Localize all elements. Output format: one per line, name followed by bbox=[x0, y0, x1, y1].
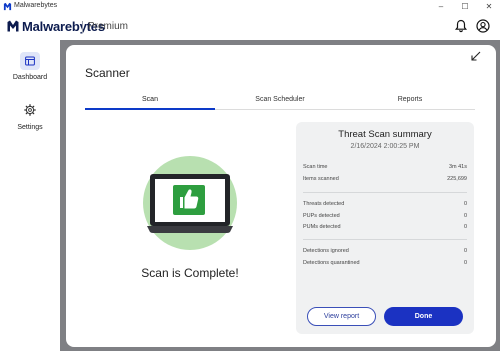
summary-row-value: 0 bbox=[463, 260, 467, 266]
summary-row-label: Detections quarantined bbox=[303, 260, 360, 266]
summary-row-value: 0 bbox=[463, 213, 467, 219]
tab-reports[interactable]: Reports bbox=[345, 93, 475, 110]
scanner-tabs: Scan Scan Scheduler Reports bbox=[85, 93, 475, 110]
bell-icon[interactable] bbox=[454, 19, 468, 33]
sidebar: Dashboard Settings bbox=[0, 40, 60, 351]
summary-row-threats: Threats detected 0 bbox=[303, 201, 467, 211]
summary-row-value: 0 bbox=[463, 248, 467, 254]
malwarebytes-logo-icon bbox=[3, 2, 12, 11]
app-header: Malwarebytes Premium bbox=[0, 13, 500, 40]
sidebar-item-label: Settings bbox=[17, 124, 43, 131]
summary-row-scan-time: Scan time 3m 41s bbox=[303, 164, 467, 174]
minimize-panel-icon[interactable] bbox=[470, 51, 481, 62]
close-button[interactable]: ✕ bbox=[481, 0, 497, 13]
window-title: Malwarebytes bbox=[14, 2, 58, 9]
tab-scan[interactable]: Scan bbox=[85, 93, 215, 110]
done-button[interactable]: Done bbox=[384, 307, 463, 326]
summary-row-value: 225,699 bbox=[447, 176, 467, 182]
settings-icon-container bbox=[20, 102, 40, 120]
summary-row-label: Scan time bbox=[303, 164, 328, 170]
summary-row-pups: PUPs detected 0 bbox=[303, 213, 467, 223]
sidebar-item-dashboard[interactable]: Dashboard bbox=[0, 52, 60, 92]
app-window: Malwarebytes – ☐ ✕ Malwarebytes Premium bbox=[0, 0, 500, 351]
summary-row-quarantined: Detections quarantined 0 bbox=[303, 260, 467, 270]
brand-logo-icon bbox=[7, 20, 19, 32]
laptop-thumbs-up-icon bbox=[147, 174, 233, 233]
title-bar: Malwarebytes – ☐ ✕ bbox=[0, 0, 500, 13]
view-report-button[interactable]: View report bbox=[307, 307, 376, 326]
summary-row-label: Detections ignored bbox=[303, 248, 349, 254]
account-icon[interactable] bbox=[476, 19, 490, 33]
sidebar-item-settings[interactable]: Settings bbox=[0, 102, 60, 142]
summary-row-value: 0 bbox=[463, 201, 467, 207]
summary-row-label: Items scanned bbox=[303, 176, 339, 182]
summary-row-value: 3m 41s bbox=[448, 164, 467, 170]
summary-row-ignored: Detections ignored 0 bbox=[303, 248, 467, 258]
summary-divider bbox=[303, 192, 467, 193]
summary-row-value: 0 bbox=[463, 224, 467, 230]
minimize-button[interactable]: – bbox=[433, 0, 449, 13]
summary-divider bbox=[303, 239, 467, 240]
dashboard-icon bbox=[25, 56, 35, 66]
sidebar-item-label: Dashboard bbox=[12, 74, 48, 81]
brand-tier: Premium bbox=[88, 21, 129, 32]
tab-scan-scheduler[interactable]: Scan Scheduler bbox=[215, 93, 345, 110]
gear-icon bbox=[24, 104, 36, 116]
brand-separator bbox=[82, 21, 83, 33]
dashboard-icon-container bbox=[20, 52, 40, 70]
summary-title: Threat Scan summary bbox=[338, 129, 432, 140]
summary-row-label: PUPs detected bbox=[303, 213, 340, 219]
maximize-button[interactable]: ☐ bbox=[457, 0, 473, 13]
summary-date: 2/16/2024 2:00:25 PM bbox=[350, 143, 420, 150]
summary-row-items-scanned: Items scanned 225,699 bbox=[303, 176, 467, 186]
page-title: Scanner bbox=[85, 66, 130, 80]
summary-row-pums: PUMs detected 0 bbox=[303, 224, 467, 234]
summary-row-label: PUMs detected bbox=[303, 224, 341, 230]
scan-complete-text: Scan is Complete! bbox=[141, 266, 239, 280]
summary-row-label: Threats detected bbox=[303, 201, 345, 207]
